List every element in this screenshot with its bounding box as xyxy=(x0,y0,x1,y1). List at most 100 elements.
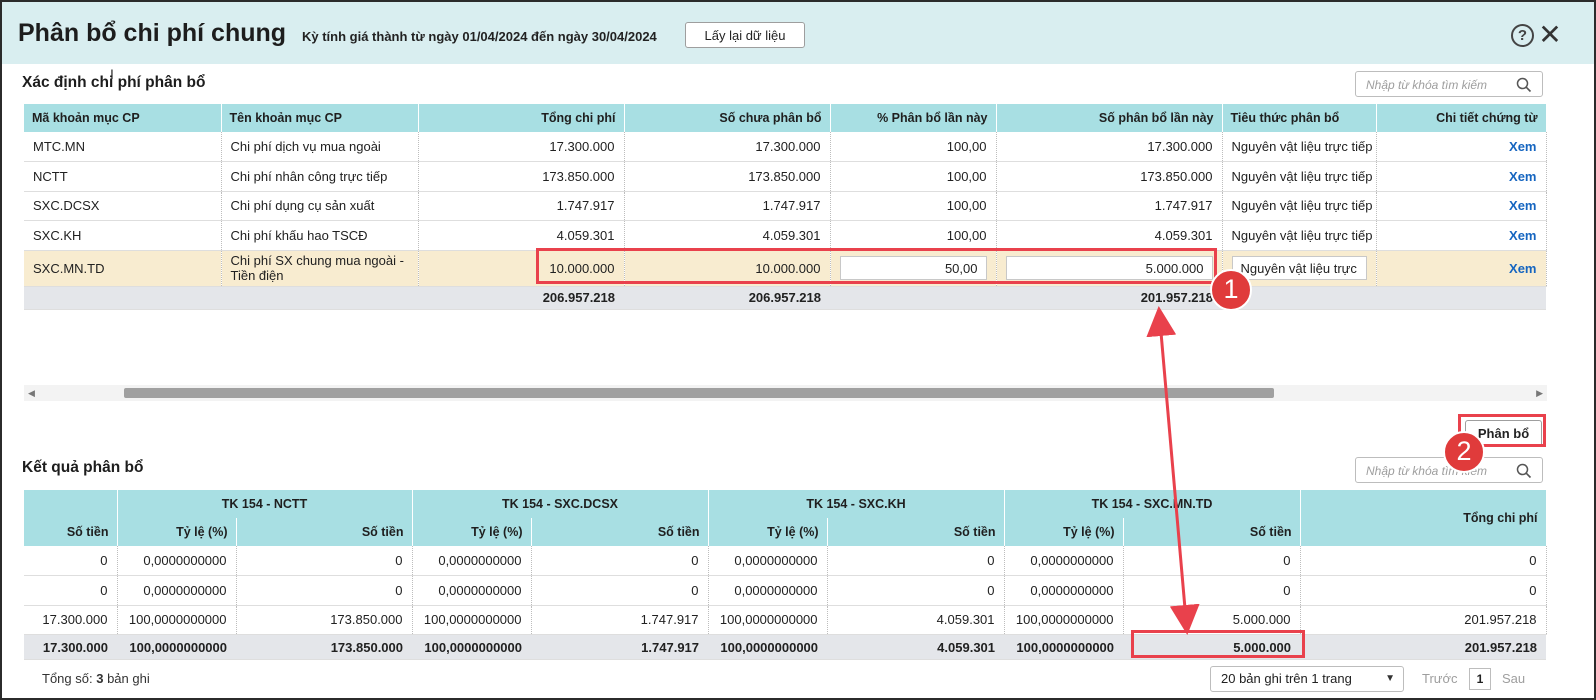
scroll-thumb[interactable] xyxy=(124,388,1274,398)
cell-amount[interactable]: 4.059.301 xyxy=(996,220,1223,251)
cell-name: Chi phí SX chung mua ngoài - Tiền điện xyxy=(221,250,419,287)
total-unallocated: 206.957.218 xyxy=(624,286,830,310)
col-header[interactable]: % Phân bổ lần này xyxy=(830,104,997,132)
col-header[interactable]: Số tiền xyxy=(531,518,709,546)
result-cell: 0 xyxy=(24,575,118,606)
prev-page-button[interactable]: Trước xyxy=(1422,671,1458,686)
scroll-right-icon[interactable]: ▶ xyxy=(1536,388,1543,399)
col-header[interactable]: Số phân bổ lần này xyxy=(996,104,1223,132)
cell-name: Chi phí dịch vụ mua ngoài xyxy=(221,132,419,162)
current-page[interactable]: 1 xyxy=(1469,668,1491,690)
period-label: Kỳ tính giá thành từ ngày 01/04/2024 đến… xyxy=(302,29,657,44)
view-detail-link[interactable]: Xem xyxy=(1376,132,1547,162)
result-row[interactable]: 0 0,0000000000 0 0,0000000000 0 0,000000… xyxy=(24,546,1547,576)
cell-unallocated: 1.747.917 xyxy=(624,191,831,221)
result-section-title: Kết quả phân bổ xyxy=(22,459,144,476)
group-header: TK 154 - NCTT xyxy=(117,490,413,518)
scroll-left-icon[interactable]: ◀ xyxy=(28,388,35,399)
table-row-selected[interactable]: SXC.MN.TD Chi phí SX chung mua ngoài - T… xyxy=(24,250,1547,287)
col-header[interactable]: Số tiền xyxy=(24,518,118,546)
cell-criteria[interactable]: Nguyên vật liệu trực tiếp xyxy=(1222,161,1377,192)
col-header[interactable]: Tỷ lệ (%) xyxy=(1004,518,1124,546)
cell-amount[interactable]: 1.747.917 xyxy=(996,191,1223,221)
cell-criteria[interactable]: Nguyên vật liệu trực tiếp xyxy=(1222,132,1377,162)
result-cell: 100,0000000000 xyxy=(1004,605,1124,635)
allocation-dialog: Phân bổ chi phí chung Kỳ tính giá thành … xyxy=(0,0,1596,700)
total-cell: 5.000.000 xyxy=(1123,634,1301,660)
result-cell: 0 xyxy=(1123,546,1301,576)
cell-percent[interactable]: 100,00 xyxy=(830,132,997,162)
col-header-total[interactable]: Tổng chi phí xyxy=(1300,490,1547,546)
search-icon[interactable] xyxy=(1516,77,1532,93)
cell-unallocated: 4.059.301 xyxy=(624,220,831,251)
result-row[interactable]: 0 0,0000000000 0 0,0000000000 0 0,000000… xyxy=(24,575,1547,606)
total-cell: 100,0000000000 xyxy=(412,634,531,660)
result-cell: 4.059.301 xyxy=(827,605,1005,635)
search-input-top[interactable] xyxy=(1366,76,1516,93)
cell-percent[interactable]: 100,00 xyxy=(830,191,997,221)
step-badge-1: 1 xyxy=(1210,269,1252,311)
col-header[interactable]: Tổng chi phí xyxy=(418,104,625,132)
cell-total: 10.000.000 xyxy=(418,250,625,287)
col-header[interactable]: Số tiền xyxy=(236,518,413,546)
cell-percent-editing xyxy=(830,250,997,287)
view-detail-link[interactable]: Xem xyxy=(1376,161,1547,192)
cell-percent[interactable]: 100,00 xyxy=(830,161,997,192)
search-icon[interactable] xyxy=(1516,463,1532,479)
result-cell: 17.300.000 xyxy=(24,605,118,635)
result-row[interactable]: 17.300.000 100,0000000000 173.850.000 10… xyxy=(24,605,1547,635)
col-header[interactable]: Số tiền xyxy=(827,518,1005,546)
cell-unallocated: 17.300.000 xyxy=(624,132,831,162)
col-header[interactable]: Chi tiết chứng từ xyxy=(1376,104,1547,132)
page-size-select[interactable]: 20 bản ghi trên 1 trang ▼ xyxy=(1210,666,1404,692)
criteria-input[interactable] xyxy=(1231,256,1367,280)
cost-table-header: Mã khoản mục CP Tên khoản mục CP Tổng ch… xyxy=(24,104,1547,132)
result-cell: 0 xyxy=(1300,546,1547,576)
col-header[interactable]: Tỷ lệ (%) xyxy=(412,518,532,546)
cost-table: Mã khoản mục CP Tên khoản mục CP Tổng ch… xyxy=(24,104,1547,310)
result-cell: 0 xyxy=(827,546,1005,576)
search-box-top[interactable] xyxy=(1355,71,1543,97)
col-header[interactable]: Tỷ lệ (%) xyxy=(708,518,828,546)
cell-criteria[interactable]: Nguyên vật liệu trực tiếp xyxy=(1222,191,1377,221)
horizontal-scrollbar[interactable]: ◀ ▶ xyxy=(24,385,1547,401)
col-header[interactable]: Số chưa phân bổ xyxy=(624,104,831,132)
result-table: TK 154 - NCTT TK 154 - SXC.DCSX TK 154 -… xyxy=(24,490,1547,660)
view-detail-link[interactable]: Xem xyxy=(1376,191,1547,221)
close-icon[interactable]: ✕ xyxy=(1537,20,1563,50)
col-header[interactable]: Số tiền xyxy=(1123,518,1301,546)
next-page-button[interactable]: Sau xyxy=(1502,671,1525,686)
search-input-bottom[interactable] xyxy=(1366,462,1516,479)
allocation-section-title: Xác định chi phí phân bổ xyxy=(22,74,206,91)
cell-total: 1.747.917 xyxy=(418,191,625,221)
total-cell: 201.957.218 xyxy=(1300,634,1547,660)
cell-total: 17.300.000 xyxy=(418,132,625,162)
group-header: TK 154 - SXC.MN.TD xyxy=(1004,490,1301,518)
result-cell: 100,0000000000 xyxy=(708,605,828,635)
cell-amount[interactable]: 17.300.000 xyxy=(996,132,1223,162)
cell-amount[interactable]: 173.850.000 xyxy=(996,161,1223,192)
result-cell: 0 xyxy=(531,575,709,606)
cell-code: NCTT xyxy=(24,161,222,192)
amount-input[interactable] xyxy=(1005,256,1213,280)
col-header[interactable]: Mã khoản mục CP xyxy=(24,104,222,132)
cell-criteria[interactable]: Nguyên vật liệu trực tiếp xyxy=(1222,220,1377,251)
percent-input[interactable] xyxy=(839,256,987,280)
result-cell: 0,0000000000 xyxy=(117,575,237,606)
help-icon[interactable]: ? xyxy=(1511,24,1534,47)
chevron-down-icon: ▼ xyxy=(1385,673,1395,684)
col-header[interactable]: Tên khoản mục CP xyxy=(221,104,419,132)
table-row[interactable]: NCTT Chi phí nhân công trực tiếp 173.850… xyxy=(24,161,1547,192)
col-header[interactable]: Tiêu thức phân bổ xyxy=(1222,104,1377,132)
view-detail-link[interactable]: Xem xyxy=(1376,250,1547,287)
result-cell: 173.850.000 xyxy=(236,605,413,635)
reload-data-button[interactable]: Lấy lại dữ liệu xyxy=(685,22,805,48)
table-row[interactable]: SXC.DCSX Chi phí dụng cụ sản xuất 1.747.… xyxy=(24,191,1547,221)
table-row[interactable]: SXC.KH Chi phí khấu hao TSCĐ 4.059.301 4… xyxy=(24,220,1547,251)
cell-percent[interactable]: 100,00 xyxy=(830,220,997,251)
view-detail-link[interactable]: Xem xyxy=(1376,220,1547,251)
cell-code: SXC.MN.TD xyxy=(24,250,222,287)
result-cell: 0,0000000000 xyxy=(412,575,532,606)
col-header[interactable]: Tỷ lệ (%) xyxy=(117,518,237,546)
table-row[interactable]: MTC.MN Chi phí dịch vụ mua ngoài 17.300.… xyxy=(24,132,1547,162)
